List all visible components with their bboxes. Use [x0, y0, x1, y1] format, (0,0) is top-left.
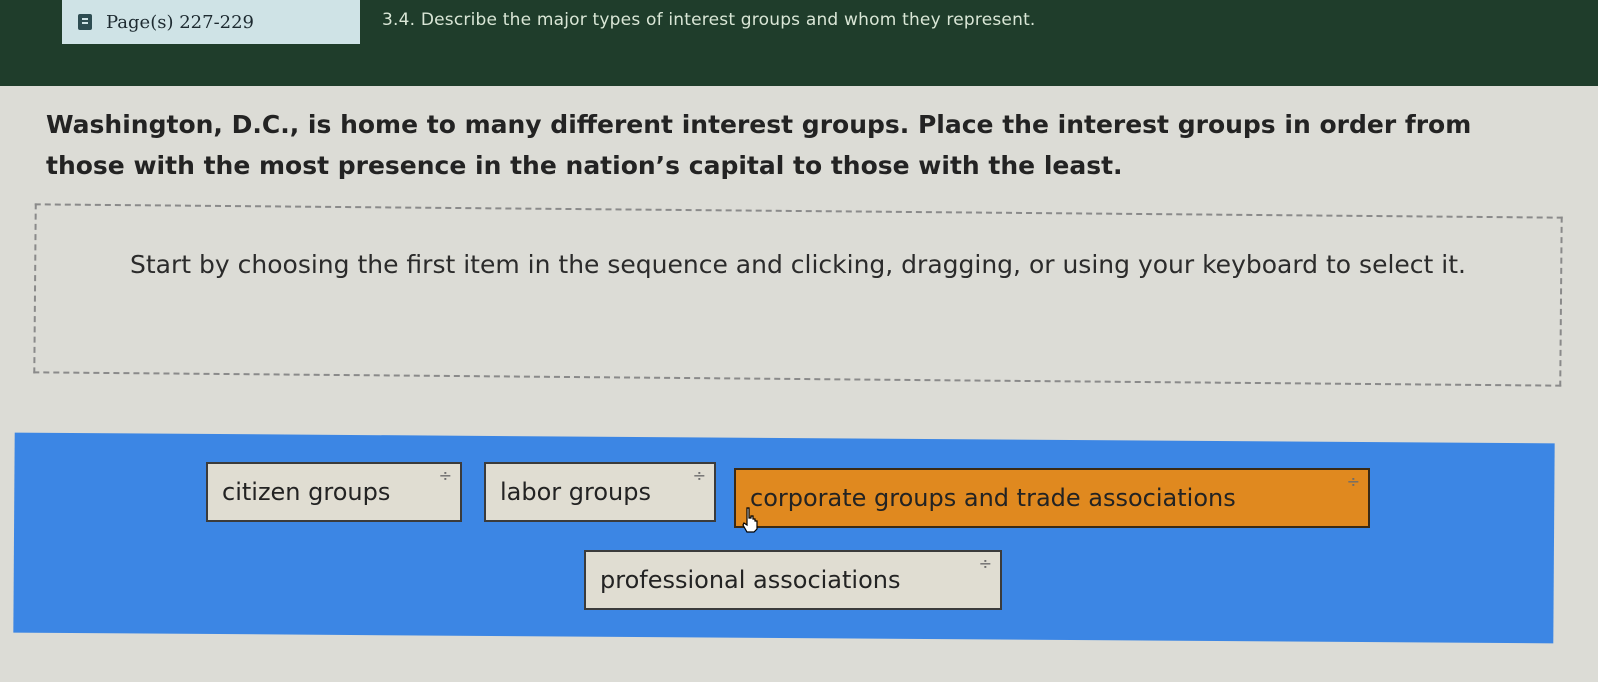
learning-objective: 3.4. Describe the major types of interes… — [382, 10, 1036, 30]
instruction-box — [33, 203, 1563, 387]
page-reference-label: Page(s) 227-229 — [106, 11, 255, 33]
item-label: professional associations — [600, 566, 901, 594]
sortable-item-professional-associations[interactable]: professional associations ÷ — [584, 550, 1002, 610]
item-label: citizen groups — [222, 478, 391, 506]
header-bar: Page(s) 227-229 3.4. Describe the major … — [0, 0, 1598, 86]
hand-pointer-icon — [742, 507, 758, 533]
item-label: corporate groups and trade associations — [750, 484, 1236, 512]
sortable-item-labor-groups[interactable]: labor groups ÷ — [484, 462, 716, 522]
drag-handle-icon: ÷ — [692, 466, 706, 485]
book-icon — [78, 14, 92, 30]
drag-handle-icon: ÷ — [978, 554, 992, 573]
page-reference-tab[interactable]: Page(s) 227-229 — [62, 0, 360, 44]
sortable-item-corporate-groups[interactable]: corporate groups and trade associations … — [734, 468, 1370, 528]
drag-handle-icon: ÷ — [1346, 472, 1360, 491]
item-label: labor groups — [500, 478, 651, 506]
instruction-text: Start by choosing the first item in the … — [130, 250, 1466, 279]
question-prompt: Washington, D.C., is home to many differ… — [46, 110, 1472, 180]
drag-handle-icon: ÷ — [438, 466, 452, 485]
sortable-item-citizen-groups[interactable]: citizen groups ÷ — [206, 462, 462, 522]
